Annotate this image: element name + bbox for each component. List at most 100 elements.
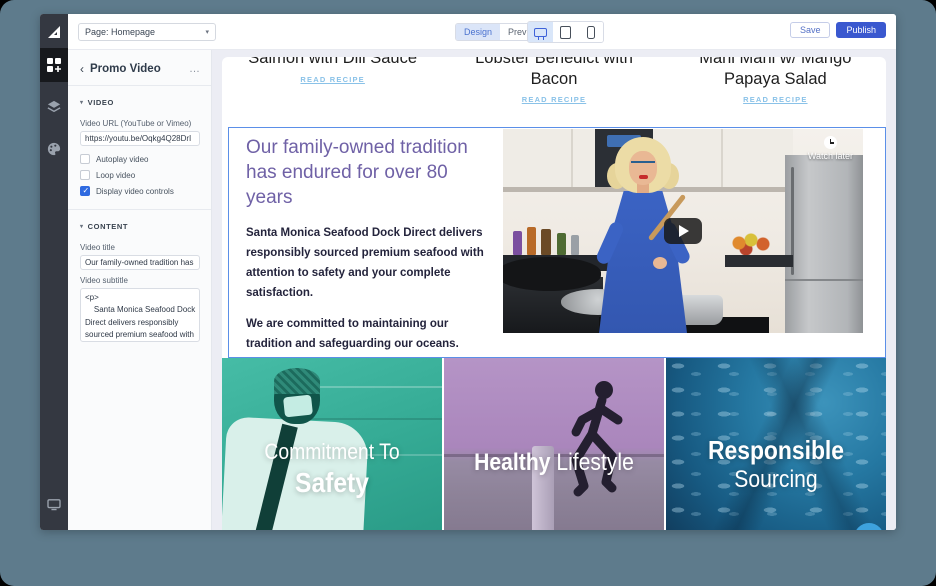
tile-caption-line2: Sourcing [679,467,873,494]
recipe-card: Salmon with Dill Sauce READ RECIPE [222,57,443,107]
widget-settings-panel: ‹ Promo Video … ▾ VIDEO Video URL (YouTu… [68,50,212,530]
panel-header: ‹ Promo Video … [68,50,211,86]
video-section-title: VIDEO [88,98,114,107]
editor-window: Page: Homepage ▾ Design Preview Save Pub… [40,14,896,530]
watch-later-control[interactable]: Watch later [808,136,853,161]
autoplay-checkbox-row[interactable]: Autoplay video [68,151,211,167]
layers-icon [47,100,61,114]
spice-bottle-shape [513,231,522,255]
recipes-row: Salmon with Dill Sauce READ RECIPE Lobst… [222,57,886,107]
sidebar-item-device-preview[interactable] [40,488,68,522]
top-toolbar: Page: Homepage ▾ Design Preview Save Pub… [68,14,896,50]
video-subtitle-label: Video subtitle [68,270,211,288]
youtube-video-thumbnail[interactable]: Watch later [503,129,863,333]
presenter-face-shape [629,151,657,185]
mobile-icon [587,26,595,39]
loop-checkbox[interactable] [80,170,90,180]
recipe-title: Salmon with Dill Sauce [222,57,443,69]
tile-responsible-sourcing[interactable]: Responsible Sourcing [666,358,886,530]
recipe-title: Mahi Mahi w/ Mango Papaya Salad [665,57,886,89]
loop-label: Loop video [96,171,135,180]
device-toggle [527,21,604,43]
presenter-lips-shape [639,175,648,179]
monitor-icon [47,499,61,511]
tile-caption-line2: Safety [235,467,429,498]
video-section-header[interactable]: ▾ VIDEO [68,86,211,113]
worker-mask-shape [283,395,313,418]
panel-title: Promo Video [90,63,161,75]
spice-bottle-shape [541,229,551,255]
promo-paragraph-2: We are committed to maintaining our trad… [246,315,494,355]
video-subtitle-textarea[interactable]: <p> Santa Monica Seafood Dock Direct del… [80,288,200,342]
tile-caption: Commitment To Safety [235,440,429,498]
presenter-hand-shape [653,257,667,269]
counter-right-shape [725,255,793,267]
read-recipe-link[interactable]: READ RECIPE [743,95,807,104]
page-selector-label: Page: Homepage [85,27,155,37]
recipe-card: Lobster Benedict with Bacon READ RECIPE [443,57,664,107]
spice-bottle-shape [557,233,566,255]
recipe-title: Lobster Benedict with Bacon [443,57,664,89]
section-collapse-icon: ▾ [80,223,84,230]
fridge-divider-shape [785,279,863,281]
video-title-input[interactable] [80,255,200,270]
tile-caption: Healthy Lifestyle [457,450,651,477]
back-chevron-icon[interactable]: ‹ [80,63,84,75]
spice-bottle-shape [527,227,536,255]
chevron-down-icon: ▾ [205,28,209,36]
read-recipe-link[interactable]: READ RECIPE [300,75,364,84]
tile-caption-line1: Commitment To [264,439,399,464]
loop-checkbox-row[interactable]: Loop video [68,167,211,183]
controls-checkbox-row[interactable]: Display video controls [68,183,211,199]
tile-caption-word1: Healthy [474,449,550,476]
left-rail [40,14,68,530]
sidebar-item-theme[interactable] [40,132,68,166]
video-url-input[interactable] [80,131,200,146]
desktop-icon [534,28,547,37]
video-title-label: Video title [68,237,211,255]
mobile-view-button[interactable] [578,22,603,42]
recipe-card: Mahi Mahi w/ Mango Papaya Salad READ REC… [665,57,886,107]
fridge-shape [785,155,863,333]
sidebar-item-layers[interactable] [40,90,68,124]
promo-text-column: Our family-owned tradition has endured f… [246,135,494,355]
autoplay-checkbox[interactable] [80,154,90,164]
controls-checkbox[interactable] [80,186,90,196]
section-collapse-icon: ▾ [80,99,84,106]
app-logo-icon[interactable] [46,24,62,40]
tablet-view-button[interactable] [553,22,578,42]
editor-canvas-gutter: Salmon with Dill Sauce READ RECIPE Lobst… [212,50,896,530]
presenter-glasses-shape [631,161,655,167]
feature-tiles-row: Commitment To Safety Healthy [222,358,886,530]
more-options-icon[interactable]: … [189,67,201,71]
palette-icon [47,142,61,156]
video-url-label: Video URL (YouTube or Vimeo) [68,113,211,131]
spice-bottle-shape [571,235,579,255]
worker-hairnet-shape [274,368,320,394]
site-preview: Salmon with Dill Sauce READ RECIPE Lobst… [222,57,886,530]
pan-shape [503,257,601,291]
promo-video-widget-selected[interactable]: Our family-owned tradition has endured f… [228,127,886,358]
clock-icon [824,136,837,149]
content-section-title: CONTENT [88,222,128,231]
read-recipe-link[interactable]: READ RECIPE [522,95,586,104]
tile-healthy-lifestyle[interactable]: Healthy Lifestyle [444,358,664,530]
design-tab[interactable]: Design [456,24,500,40]
publish-button[interactable]: Publish [836,22,886,38]
page-selector-dropdown[interactable]: Page: Homepage ▾ [78,23,216,41]
tile-commitment-to-safety[interactable]: Commitment To Safety [222,358,442,530]
fruit-bowl-shape [731,233,775,255]
promo-heading: Our family-owned tradition has endured f… [246,135,494,210]
sidebar-item-widgets[interactable] [40,48,68,82]
desktop-background: Page: Homepage ▾ Design Preview Save Pub… [0,0,936,586]
tile-caption-word2: Lifestyle [556,449,633,476]
tile-caption: Responsible Sourcing [679,436,873,494]
toolbar-actions: Save Publish [790,22,886,38]
youtube-play-button[interactable] [664,218,702,244]
content-section-header[interactable]: ▾ CONTENT [68,210,211,237]
controls-label: Display video controls [96,187,174,196]
promo-paragraph-1: Santa Monica Seafood Dock Direct deliver… [246,224,494,303]
save-button[interactable]: Save [790,22,831,38]
play-icon [679,225,689,237]
desktop-view-button[interactable] [528,22,553,42]
